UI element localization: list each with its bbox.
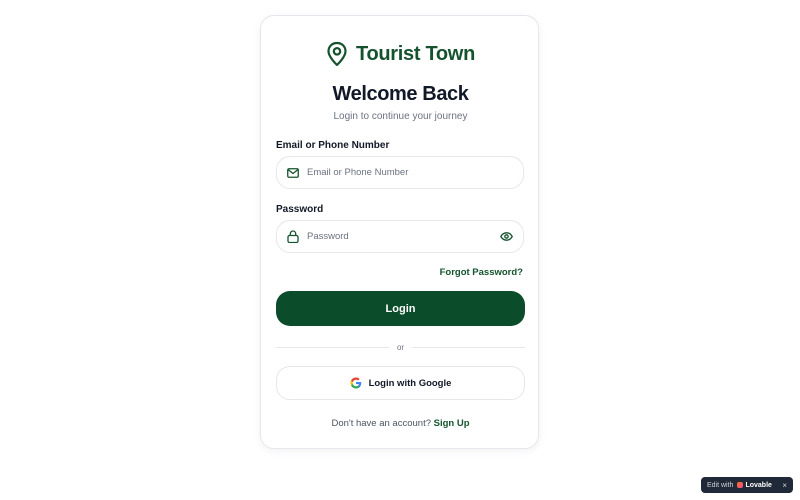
signup-row: Don't have an account? Sign Up xyxy=(261,418,540,429)
divider-line-right xyxy=(412,346,525,348)
google-login-button[interactable]: Login with Google xyxy=(276,366,525,400)
or-divider: or xyxy=(276,341,525,353)
brand-name: Tourist Town xyxy=(356,42,475,65)
divider-label: or xyxy=(396,342,405,352)
eye-icon[interactable] xyxy=(500,232,513,241)
signup-link[interactable]: Sign Up xyxy=(434,418,470,429)
email-input[interactable] xyxy=(307,167,513,178)
lovable-logo-icon xyxy=(737,482,744,488)
badge-close-icon[interactable]: × xyxy=(782,481,787,490)
lovable-brand-text: Lovable xyxy=(745,481,772,489)
google-login-label: Login with Google xyxy=(368,377,452,389)
edit-with-lovable-badge[interactable]: Edit with Lovable × xyxy=(701,477,793,493)
mail-icon xyxy=(287,167,299,178)
google-icon xyxy=(350,377,362,389)
email-field-wrapper[interactable] xyxy=(276,156,524,189)
password-input[interactable] xyxy=(307,231,492,242)
brand-header: Tourist Town xyxy=(261,41,540,67)
login-button[interactable]: Login xyxy=(276,291,525,326)
password-field-wrapper[interactable] xyxy=(276,220,524,253)
badge-prefix: Edit with xyxy=(707,481,734,489)
divider-line-left xyxy=(276,346,389,348)
page-title: Welcome Back xyxy=(332,83,469,105)
login-card: Tourist Town Welcome Back Login to conti… xyxy=(260,15,539,449)
password-label: Password xyxy=(276,204,324,215)
signup-prompt: Don't have an account? xyxy=(331,418,434,429)
lock-icon xyxy=(287,230,299,243)
map-pin-icon xyxy=(326,41,348,67)
forgot-password-link[interactable]: Forgot Password? xyxy=(440,267,523,278)
lovable-brandmark: Lovable xyxy=(737,481,772,489)
page-subtitle: Login to continue your journey xyxy=(333,111,468,122)
email-label: Email or Phone Number xyxy=(276,140,390,151)
